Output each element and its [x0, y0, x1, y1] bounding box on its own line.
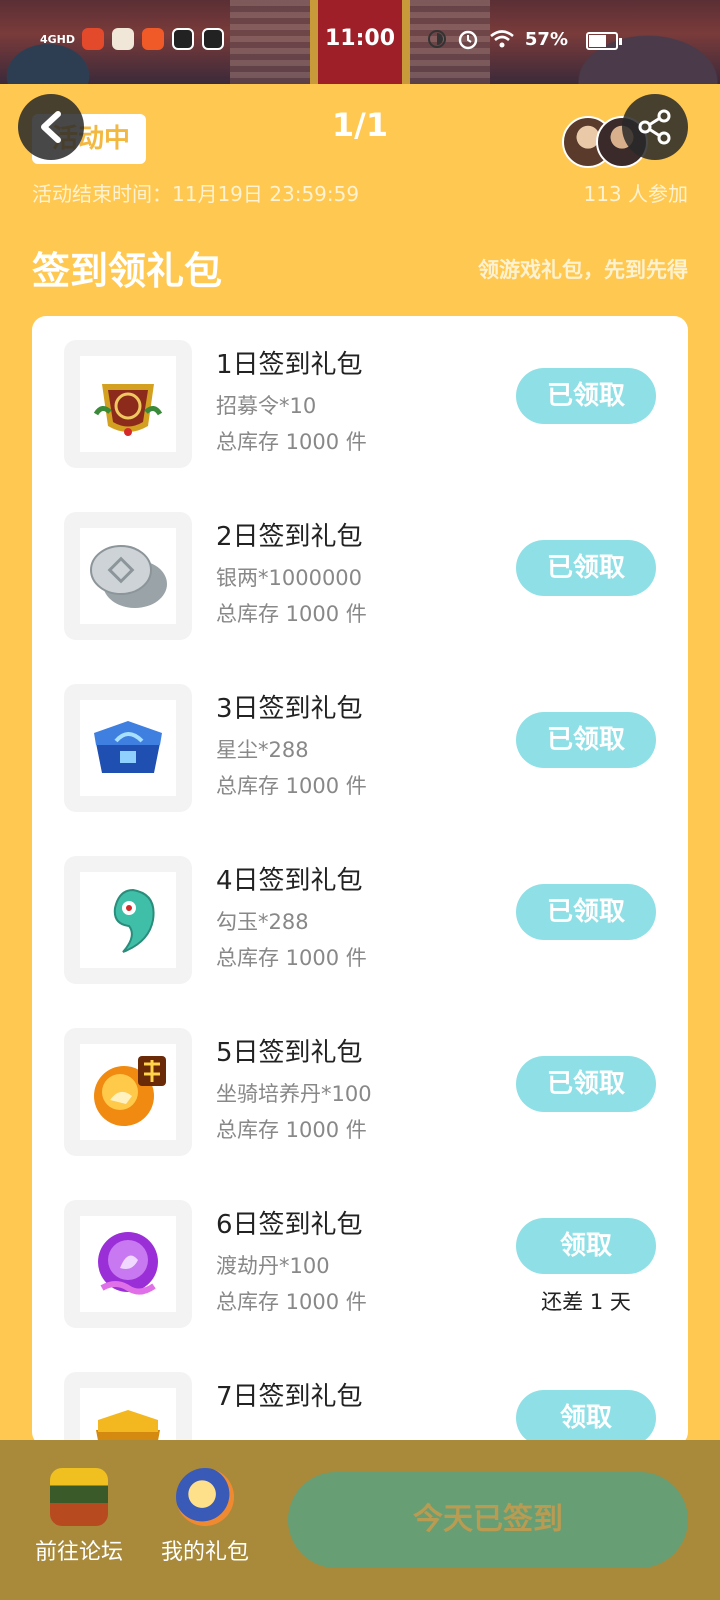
claimed-button[interactable]: 已领取: [516, 1056, 656, 1112]
gift-content: 银两*1000000: [216, 566, 363, 590]
gift-thumbnail: [64, 684, 192, 812]
gift-name: 2日签到礼包: [216, 522, 363, 552]
gift-thumbnail: [64, 512, 192, 640]
gift-name: 4日签到礼包: [216, 866, 363, 896]
battery-percent: 57%: [524, 28, 568, 50]
gift-list: 1日签到礼包 招募令*10 总库存 1000 件 已领取 2日签到礼包 银两*1…: [32, 316, 688, 1446]
gift-content: 渡劫丹*100: [216, 1254, 330, 1278]
gift-thumbnail: [64, 856, 192, 984]
my-gifts-label: 我的礼包: [160, 1540, 249, 1565]
gift-name: 5日签到礼包: [216, 1038, 363, 1068]
list-item: 2日签到礼包 银两*1000000 总库存 1000 件 已领取: [32, 488, 688, 664]
wifi-icon: [490, 30, 514, 48]
days-remaining: 还差 1 天: [541, 1290, 631, 1314]
my-gifts-button[interactable]: 我的礼包: [150, 1468, 260, 1566]
gift-stock: 总库存 1000 件: [216, 1118, 367, 1142]
my-gifts-icon: [176, 1468, 234, 1526]
claimed-button[interactable]: 已领取: [516, 712, 656, 768]
gift-content: 勾玉*288: [216, 910, 309, 934]
battery-icon: [586, 32, 622, 50]
mount-pill-icon: [94, 1056, 166, 1126]
gift-stock: 总库存 1000 件: [216, 774, 367, 798]
gift-content: 招募令*10: [216, 394, 317, 418]
alarm-icon: [458, 30, 478, 50]
gift-stock: 总库存 1000 件: [216, 602, 367, 626]
share-icon: [638, 109, 671, 145]
gift-name: 3日签到礼包: [216, 694, 363, 724]
list-item: 4日签到礼包 勾玉*288 总库存 1000 件 已领取: [32, 832, 688, 1008]
do-not-disturb-icon: [427, 30, 446, 48]
gift-thumbnail: [64, 1200, 192, 1328]
section-subtitle: 领游戏礼包，先到先得: [478, 258, 688, 282]
gift-name: 7日签到礼包: [216, 1382, 363, 1412]
claimed-button[interactable]: 已领取: [516, 540, 656, 596]
participant-count: 113 人参加: [583, 182, 688, 206]
recruit-token-icon: [93, 384, 163, 436]
gift-name: 1日签到礼包: [216, 350, 363, 380]
gift-stock: 总库存 1000 件: [216, 946, 367, 970]
gift-content: 星尘*288: [216, 738, 309, 762]
list-item: 6日签到礼包 渡劫丹*100 总库存 1000 件 领取 还差 1 天: [32, 1176, 688, 1352]
list-item: 7日签到礼包 领取: [32, 1348, 688, 1446]
gift-name: 6日签到礼包: [216, 1210, 363, 1240]
signed-in-today-button[interactable]: 今天已签到: [288, 1472, 688, 1568]
game-forum-icon: [50, 1468, 108, 1526]
claim-button[interactable]: 领取: [516, 1218, 656, 1274]
share-button[interactable]: [622, 94, 688, 160]
bottom-action-bar: 前往论坛 我的礼包 今天已签到: [0, 1440, 720, 1600]
gift-thumbnail: [64, 1028, 192, 1156]
claim-button[interactable]: 领取: [516, 1390, 656, 1446]
gift-thumbnail: [64, 340, 192, 468]
silver-coin-icon: [90, 545, 167, 608]
claimed-button[interactable]: 已领取: [516, 368, 656, 424]
stardust-chest-icon: [94, 721, 162, 773]
magatama-icon: [113, 888, 155, 953]
gift-stock: 总库存 1000 件: [216, 430, 367, 454]
tribulation-pill-icon: [98, 1232, 158, 1295]
list-item: 1日签到礼包 招募令*10 总库存 1000 件 已领取: [32, 316, 688, 492]
activity-end-time: 活动结束时间：11月19日 23:59:59: [32, 182, 360, 206]
gift-thumbnail: [64, 1372, 192, 1446]
claimed-button[interactable]: 已领取: [516, 884, 656, 940]
forum-button[interactable]: 前往论坛: [24, 1468, 134, 1566]
list-item: 3日签到礼包 星尘*288 总库存 1000 件 已领取: [32, 660, 688, 836]
forum-label: 前往论坛: [34, 1540, 123, 1565]
list-item: 5日签到礼包 坐骑培养丹*100 总库存 1000 件 已领取: [32, 1004, 688, 1180]
status-bar: 4GHD 11:00 57%: [0, 22, 720, 60]
gift-stock: 总库存 1000 件: [216, 1290, 367, 1314]
section-title: 签到领礼包: [32, 249, 223, 293]
gift-content: 坐骑培养丹*100: [216, 1082, 372, 1106]
